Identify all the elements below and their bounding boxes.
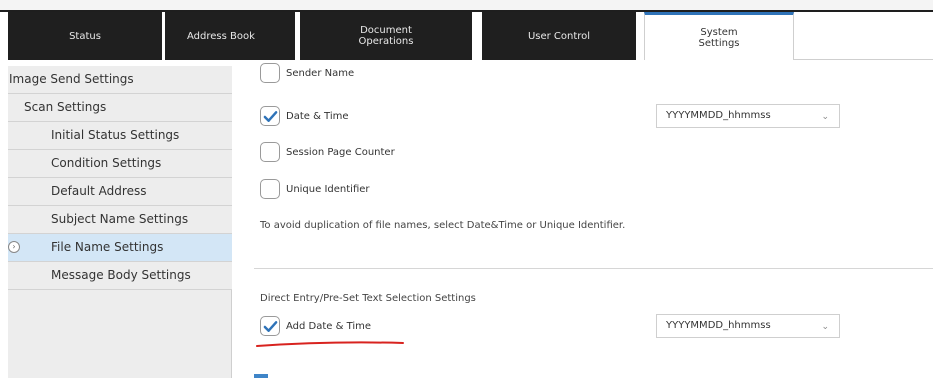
sidebar-item-label: Initial Status Settings bbox=[51, 128, 180, 142]
date-time-checkbox[interactable] bbox=[260, 106, 280, 126]
duplication-note: To avoid duplication of file names, sele… bbox=[260, 220, 626, 231]
sidebar-item-label: Image Send Settings bbox=[9, 72, 134, 86]
direct-entry-title: Direct Entry/Pre-Set Text Selection Sett… bbox=[260, 293, 476, 304]
option-add-date-time: Add Date & Time bbox=[260, 314, 371, 338]
option-session-page-counter: Session Page Counter bbox=[260, 140, 395, 164]
sidebar-item-message-body-settings[interactable]: Message Body Settings bbox=[8, 262, 232, 290]
sidebar-item-label: Scan Settings bbox=[24, 100, 107, 114]
sidebar-item-label: Condition Settings bbox=[51, 156, 162, 170]
sidebar-item-label: Subject Name Settings bbox=[51, 212, 189, 226]
sidebar-item-label: Default Address bbox=[51, 184, 147, 198]
sidebar-item-file-name-settings[interactable]: › File Name Settings bbox=[8, 234, 232, 262]
add-date-time-label: Add Date & Time bbox=[286, 320, 372, 332]
option-date-time: Date & Time bbox=[260, 104, 349, 128]
sidebar-item-subject-name-settings[interactable]: Subject Name Settings bbox=[8, 206, 232, 234]
date-time-label: Date & Time bbox=[286, 110, 349, 122]
add-date-time-format-value: YYYYMMDD_hhmmss bbox=[666, 320, 771, 331]
sidebar-item-label: Message Body Settings bbox=[51, 268, 191, 282]
sidebar-item-label: File Name Settings bbox=[51, 240, 164, 254]
sidebar-item-default-address[interactable]: Default Address bbox=[8, 178, 232, 206]
tab-document-operations[interactable]: Document Operations bbox=[300, 12, 472, 60]
add-date-time-format-select[interactable]: YYYYMMDD_hhmmss ⌄ bbox=[656, 314, 840, 338]
tab-system-settings[interactable]: System Settings bbox=[644, 12, 794, 60]
tab-address-book[interactable]: Address Book bbox=[165, 12, 295, 60]
chevron-down-icon: ⌄ bbox=[821, 322, 829, 332]
tab-bar-filler bbox=[794, 12, 933, 60]
add-date-time-checkbox[interactable] bbox=[260, 316, 280, 336]
tab-status[interactable]: Status bbox=[8, 12, 162, 60]
sidebar-item-scan-settings[interactable]: Scan Settings bbox=[8, 94, 232, 122]
chevron-right-circle-icon: › bbox=[8, 241, 20, 253]
settings-sidebar: Image Send Settings Scan Settings Initia… bbox=[8, 60, 232, 378]
date-time-format-value: YYYYMMDD_hhmmss bbox=[666, 110, 771, 121]
sidebar-item-initial-status-settings[interactable]: Initial Status Settings bbox=[8, 122, 232, 150]
date-time-format-select[interactable]: YYYYMMDD_hhmmss ⌄ bbox=[656, 104, 840, 128]
option-sender-name: Sender Name bbox=[260, 61, 354, 85]
main-tab-bar: Status Address Book Document Operations … bbox=[8, 12, 933, 60]
top-bar bbox=[0, 0, 933, 12]
section-divider bbox=[254, 268, 933, 269]
option-unique-identifier: Unique Identifier bbox=[260, 177, 370, 201]
sender-name-checkbox[interactable] bbox=[260, 63, 280, 83]
session-page-counter-checkbox[interactable] bbox=[260, 142, 280, 162]
checkmark-icon bbox=[263, 320, 277, 332]
annotation-underline bbox=[256, 341, 404, 347]
unique-identifier-label: Unique Identifier bbox=[286, 183, 370, 195]
checkmark-icon bbox=[263, 110, 277, 122]
sidebar-item-condition-settings[interactable]: Condition Settings bbox=[8, 150, 232, 178]
file-name-settings-panel: Sender Name Date & Time YYYYMMDD_hhmmss … bbox=[238, 60, 933, 378]
bottom-indicator bbox=[254, 374, 268, 378]
session-page-counter-label: Session Page Counter bbox=[286, 146, 395, 158]
tab-user-control[interactable]: User Control bbox=[482, 12, 636, 60]
sidebar-item-image-send-settings[interactable]: Image Send Settings bbox=[8, 66, 232, 94]
unique-identifier-checkbox[interactable] bbox=[260, 179, 280, 199]
chevron-down-icon: ⌄ bbox=[821, 112, 829, 122]
sender-name-label: Sender Name bbox=[286, 67, 355, 79]
